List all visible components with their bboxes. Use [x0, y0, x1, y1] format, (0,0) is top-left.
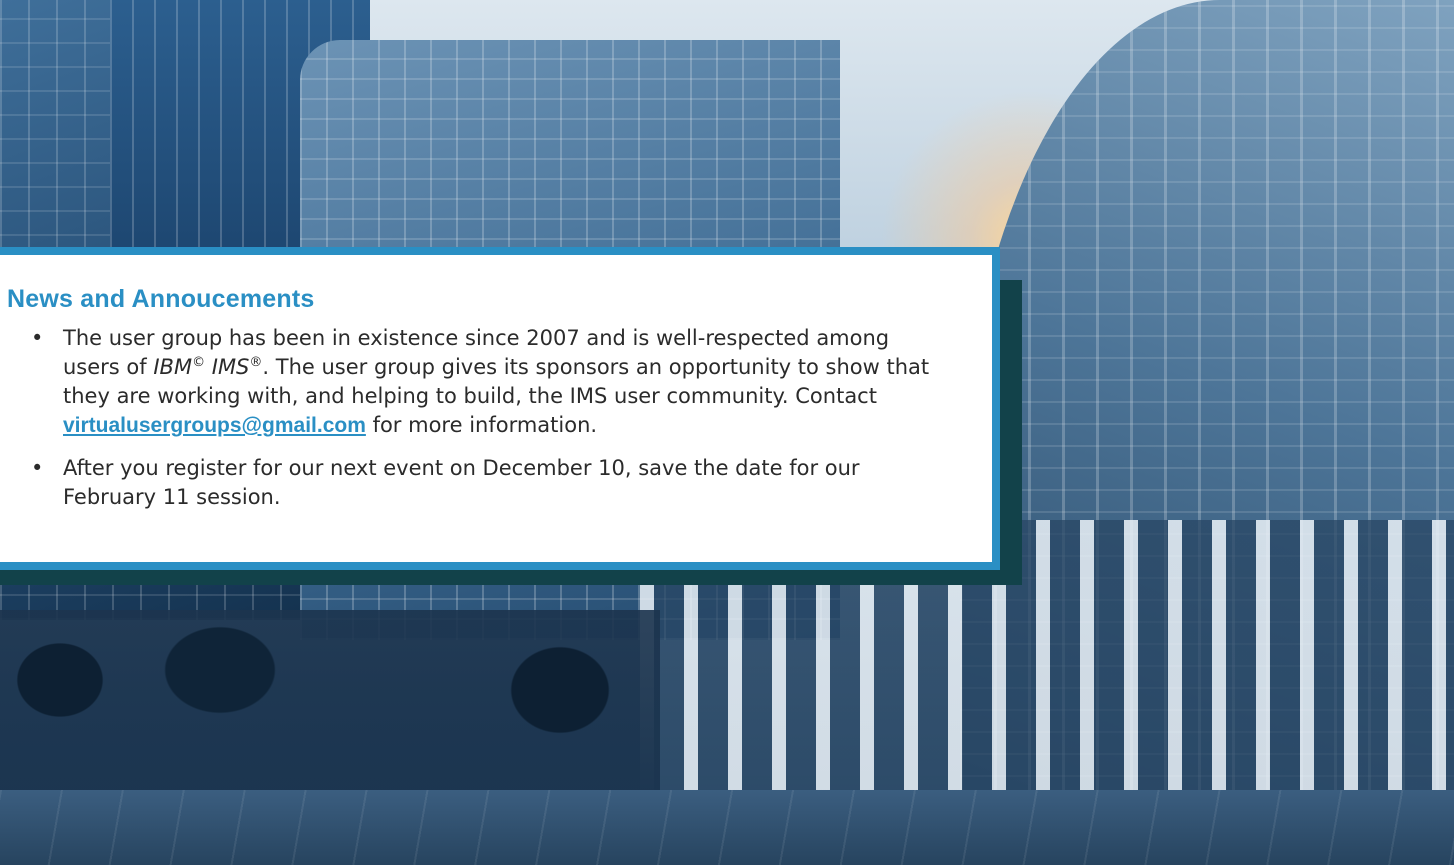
bullet-icon: • — [31, 456, 44, 480]
trees — [0, 610, 660, 810]
product-name-ibm: IBM© IMS® — [153, 355, 263, 379]
registered-mark: ® — [249, 355, 263, 370]
plaza-floor — [0, 790, 1454, 865]
announcements-list: • The user group has been in existence si… — [7, 324, 952, 512]
item-text: for more information. — [365, 413, 598, 437]
item-text: After you register for our next event on… — [63, 456, 860, 509]
list-item: • The user group has been in existence si… — [31, 324, 952, 440]
contact-email-link[interactable]: virtualusergroups@gmail.com — [63, 414, 366, 437]
announcements-title: News and Annoucements — [7, 285, 315, 313]
list-item: • After you register for our next event o… — [31, 454, 952, 512]
copyright-mark: © — [192, 355, 206, 370]
announcements-card: News and Annoucements • The user group ha… — [0, 247, 1000, 570]
bullet-icon: • — [31, 326, 44, 350]
